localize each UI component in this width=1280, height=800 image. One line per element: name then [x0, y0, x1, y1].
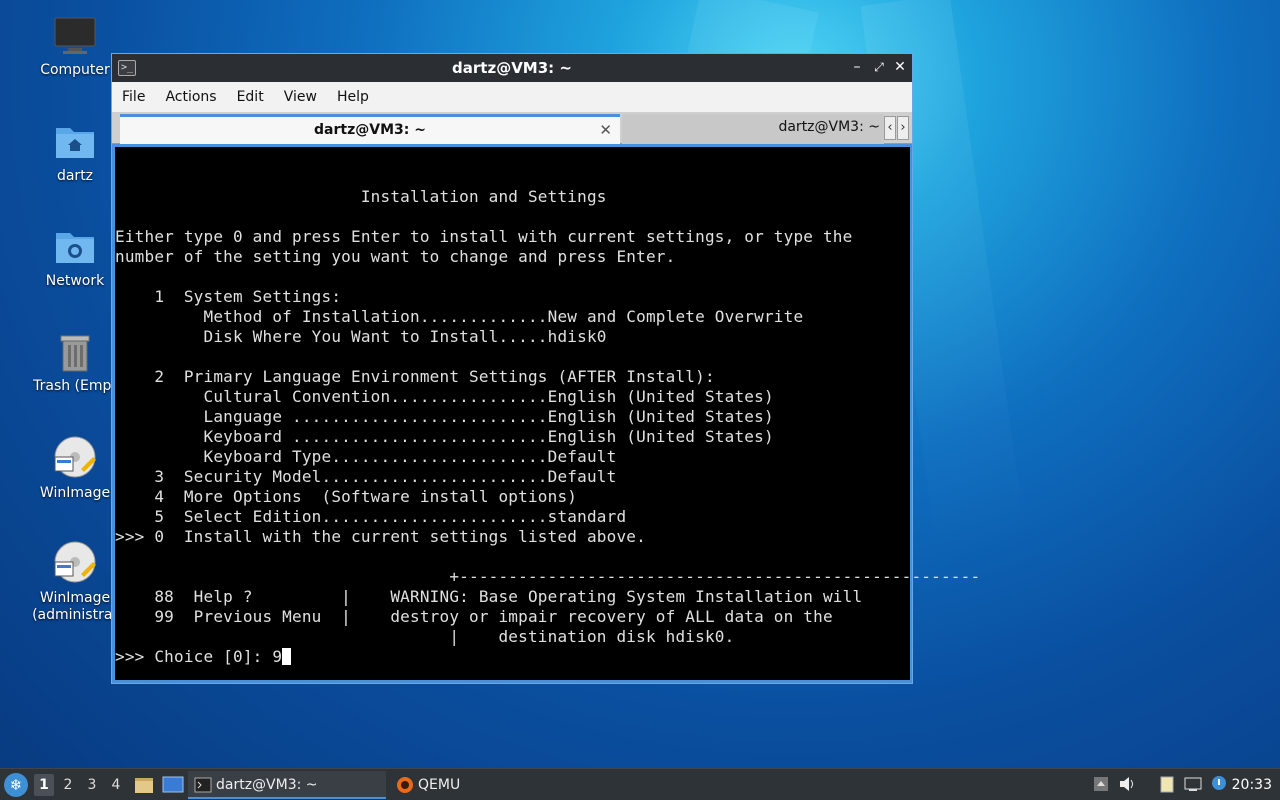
terminal-line: 88 Help ? | WARNING: Base Operating Syst…	[115, 587, 863, 606]
terminal-icon	[194, 777, 212, 793]
minimize-button[interactable]: –	[848, 58, 866, 76]
terminal-line: 4 More Options (Software install options…	[115, 487, 578, 506]
terminal-line: Cultural Convention................Engli…	[115, 387, 774, 406]
workspace-3[interactable]: 3	[82, 774, 102, 796]
terminal-window[interactable]: >_ dartz@VM3: ~ – ⤢ ✕ File Actions Edit Vie…	[111, 53, 980, 684]
terminal-line: 1 System Settings:	[115, 287, 342, 306]
menu-actions[interactable]: Actions	[155, 82, 226, 112]
start-menu-icon[interactable]: ❄	[4, 773, 28, 797]
terminal-line: 99 Previous Menu | destroy or impair rec…	[115, 607, 833, 626]
clipboard-icon[interactable]	[1158, 775, 1176, 793]
terminal-line: number of the setting you want to change…	[115, 247, 676, 266]
terminal-line: >>> 0 Install with the current settings …	[115, 527, 646, 546]
workspace-2[interactable]: 2	[58, 774, 78, 796]
terminal-line: Language ..........................Engli…	[115, 407, 774, 426]
window-titlebar[interactable]: >_ dartz@VM3: ~ – ⤢ ✕	[112, 54, 912, 82]
terminal-line: 5 Select Edition.......................s…	[115, 507, 627, 526]
terminal-line: Disk Where You Want to Install.....hdisk…	[115, 327, 607, 346]
tab-scroll-right-icon[interactable]: ›	[897, 116, 909, 140]
terminal-prompt: >>> Choice [0]: 9	[115, 647, 283, 666]
taskbar-app-qemu[interactable]: QEMU	[390, 771, 570, 799]
network-folder-icon	[56, 233, 94, 263]
terminal-line: 3 Security Model.......................D…	[115, 467, 617, 486]
tab-close-icon[interactable]: ✕	[599, 117, 612, 143]
taskbar-app-terminal[interactable]: dartz@VM3: ~	[188, 771, 386, 799]
menu-edit[interactable]: Edit	[227, 82, 274, 112]
tab-label: dartz@VM3: ~	[778, 119, 880, 135]
terminal-line: Keyboard Type......................Defau…	[115, 447, 617, 466]
close-button[interactable]: ✕	[891, 58, 909, 76]
trash-icon	[60, 335, 90, 372]
terminal-line: +---------------------------------------…	[115, 567, 981, 586]
notification-icon[interactable]	[1210, 775, 1228, 793]
taskbar-app-label: QEMU	[418, 777, 461, 793]
terminal-line: Keyboard ..........................Engli…	[115, 427, 774, 446]
file-manager-icon[interactable]	[134, 775, 154, 795]
qemu-icon	[397, 777, 413, 793]
taskbar: ❄ 1 2 3 4 dartz@VM3: ~ QEMU 20:33	[0, 768, 1280, 800]
menu-help[interactable]: Help	[327, 82, 379, 112]
terminal-line: Either type 0 and press Enter to install…	[115, 227, 853, 246]
volume-icon[interactable]	[1118, 775, 1136, 793]
terminal-output[interactable]: Installation and Settings Either type 0 …	[115, 147, 980, 680]
terminal-line: Installation and Settings	[115, 187, 607, 206]
workspace-1[interactable]: 1	[34, 774, 54, 796]
winimage-icon	[54, 436, 96, 478]
terminal-line: Method of Installation.............New a…	[115, 307, 804, 326]
show-desktop-icon[interactable]	[162, 775, 184, 795]
winimage-icon	[54, 541, 96, 583]
menu-bar: File Actions Edit View Help	[112, 82, 912, 112]
tab-active[interactable]: dartz@VM3: ~ ✕	[120, 114, 620, 144]
monitor-icon	[54, 17, 96, 54]
home-folder-icon	[56, 128, 94, 158]
network-status-icon[interactable]	[1184, 775, 1202, 793]
clock[interactable]: 20:33	[1232, 769, 1272, 800]
taskbar-app-label: dartz@VM3: ~	[216, 777, 318, 793]
tab-inactive[interactable]: dartz@VM3: ~	[622, 114, 884, 144]
eject-icon[interactable]	[1092, 775, 1110, 793]
window-title: dartz@VM3: ~	[452, 59, 572, 77]
terminal-line: 2 Primary Language Environment Settings …	[115, 367, 715, 386]
maximize-button[interactable]: ⤢	[870, 58, 888, 76]
terminal-prompt-line[interactable]: >>> Choice [0]: 9	[115, 647, 292, 667]
tab-label: dartz@VM3: ~	[314, 122, 426, 138]
workspace-4[interactable]: 4	[106, 774, 126, 796]
tab-scroll-left-icon[interactable]: ‹	[884, 116, 896, 140]
tab-bar: dartz@VM3: ~ ✕ dartz@VM3: ~ ‹ ›	[112, 112, 912, 144]
menu-view[interactable]: View	[274, 82, 327, 112]
terminal-line: | destination disk hdisk0.	[115, 627, 735, 646]
text-cursor	[282, 648, 292, 665]
menu-file[interactable]: File	[112, 82, 155, 112]
